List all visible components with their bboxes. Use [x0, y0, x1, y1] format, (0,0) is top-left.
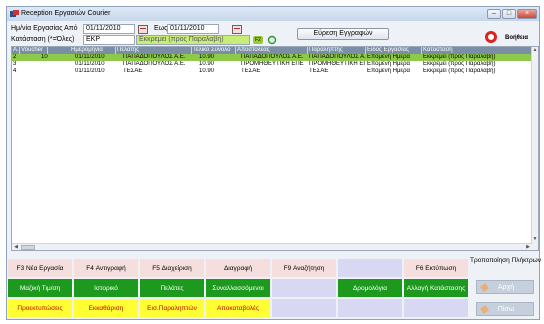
cell-voucher: 10 [41, 54, 48, 60]
cell-voucher [40, 68, 68, 75]
cell-status: Εκκρεμεί (προς Παραλαβή) [423, 68, 496, 74]
scroll-down-icon[interactable]: ▼ [532, 236, 538, 242]
cell-customer: ΤΕΣΑΕ [123, 68, 143, 74]
cell-total: 10.90 [199, 61, 215, 67]
jobs-grid[interactable]: Α.Κ. Voucher Ημερομηνία Πελάτης Τελικό Σ… [11, 46, 539, 251]
help-label: Βοήθεια [505, 35, 529, 41]
key-mode-label: Τροποποίηση Πλήκτρων [470, 257, 542, 264]
cell-date: 01/11/2010 [75, 54, 105, 60]
cell-date: 01/11/2010 [75, 61, 105, 67]
cod-button[interactable]: Αποκαταβολές [206, 299, 270, 317]
cell-ak: 2 [13, 54, 17, 60]
clearing-button[interactable]: Εκκαθάριση [74, 299, 138, 317]
col-header-total[interactable]: Τελικό Σύνολο [192, 47, 236, 54]
cell-job-type: Επόμενη Ημέρα [367, 68, 410, 74]
cell-recipient: ΠΡΟΜΗΘΕΥΤΙΚΗ ΕΠΕ [309, 61, 366, 67]
col-header-customer[interactable]: Πελάτης [116, 47, 192, 54]
col-header-recipient[interactable]: Παραλήπτης [308, 47, 366, 54]
cell-job-type: Επόμενη Ημέρα [367, 54, 410, 60]
cell-status: Εκκρεμεί (προς Παραλαβή) [423, 54, 496, 60]
cell-job-type: Επόμενη Ημέρα [367, 61, 410, 67]
empty-button[interactable] [404, 299, 468, 317]
date-from-label: Ημ/νία Εργασίας Από [11, 25, 78, 32]
history-button[interactable]: Ιστορικό [74, 279, 138, 297]
vertical-scrollbar[interactable]: ▲ ▼ [531, 47, 538, 250]
empty-button[interactable] [338, 299, 402, 317]
cell-sender: ΤΕΣΑΕ [241, 68, 261, 74]
minimize-button[interactable]: – [487, 9, 501, 19]
import-recipients-button[interactable]: Εισ.Παραληπτών [140, 299, 204, 317]
f5-manage-button[interactable]: F5 Διαχείριση [140, 259, 204, 277]
customers-button[interactable]: Πελάτες [140, 279, 204, 297]
scroll-left-icon[interactable]: ◀ [13, 244, 19, 250]
cell-status: Εκκρεμεί (προς Παραλαβή) [423, 61, 496, 67]
cell-ak: 4 [13, 68, 17, 74]
home-label: Αρχή [497, 284, 515, 291]
horizontal-scrollbar[interactable]: ◀ ▶ [12, 243, 532, 250]
window-title: Reception Εργασιών Courier [21, 10, 111, 17]
col-header-job-type[interactable]: Είδος Εργασίας [366, 47, 422, 54]
app-icon [10, 10, 19, 17]
cell-recipient: ΠΑΠΑΔΟΠΟΥΛΟΣ Α.Ε. [309, 54, 366, 60]
scroll-right-icon[interactable]: ▶ [525, 244, 531, 250]
help-button[interactable]: Βοήθεια [485, 31, 537, 45]
cell-customer: ΠΑΠΑΔΟΠΟΥΛΟΣ Α.Ε. [123, 61, 186, 67]
table-row[interactable]: 2 10 01/11/2010 ΠΑΠΑΔΟΠΟΥΛΟΣ Α.Ε. 10.90 … [12, 54, 532, 61]
date-to-label: Εως [154, 25, 168, 32]
empty-button[interactable] [272, 279, 336, 297]
f6-print-button[interactable]: F6 Εκτύπωση [404, 259, 468, 277]
empty-button[interactable] [272, 299, 336, 317]
back-button[interactable]: Πίσω [476, 302, 534, 316]
refresh-icon[interactable] [267, 35, 277, 45]
col-header-sender[interactable]: Αποστολέας [236, 47, 308, 54]
bulk-pricing-button[interactable]: Μαζική Τιμ/ση [8, 279, 72, 297]
scroll-up-icon[interactable]: ▲ [532, 47, 538, 53]
date-from-calendar-icon[interactable] [138, 25, 148, 34]
grid-header: Α.Κ. Voucher Ημερομηνία Πελάτης Τελικό Σ… [12, 47, 532, 54]
date-to-calendar-icon[interactable] [232, 25, 242, 34]
back-label: Πίσω [497, 306, 515, 313]
close-button[interactable]: × [517, 9, 537, 19]
status-code-input[interactable]: ΕΚΡ [83, 35, 135, 45]
table-row[interactable]: 4 01/11/2010 ΤΕΣΑΕ 10.90 ΤΕΣΑΕ ΤΕΣΑΕ Επό… [12, 68, 532, 75]
col-header-ak[interactable]: Α.Κ. [12, 47, 20, 54]
window-controls: – □ × [486, 9, 537, 19]
home-button[interactable]: Αρχή [476, 280, 534, 294]
cell-date: 01/11/2010 [75, 68, 105, 74]
preprints-button[interactable]: Προεκτυπώσεις [8, 299, 72, 317]
cell-total: 10.90 [199, 68, 215, 74]
delete-button[interactable]: Διαγραφή [206, 259, 270, 277]
status-description: Εκκρεμεί (προς Παραλαβή) [136, 35, 250, 45]
date-to-input[interactable]: 01/11/2010 [167, 24, 219, 34]
date-from-input[interactable]: 01/11/2010 [83, 24, 135, 34]
table-row[interactable]: 3 01/11/2010 ΠΑΠΑΔΟΠΟΥΛΟΣ Α.Ε. 10.90 ΠΡΟ… [12, 61, 532, 68]
lifebuoy-icon [485, 31, 497, 43]
status-label: Κατάσταση (*=Όλες) [11, 36, 75, 43]
f9-search-button[interactable]: F9 Αναζήτηση [272, 259, 336, 277]
routes-button[interactable]: Δρομολόγια [338, 279, 402, 297]
empty-button[interactable] [338, 259, 402, 277]
change-status-button[interactable]: Αλλαγή Κατάστασης [404, 279, 468, 297]
cell-sender: ΠΡΟΜΗΘΕΥΤΙΚΗ ΕΠΕ [241, 61, 304, 67]
col-header-status[interactable]: Κατάσταση [422, 47, 532, 54]
f4-copy-button[interactable]: F4 Αντιγραφή [74, 259, 138, 277]
col-header-voucher[interactable]: Voucher [20, 47, 48, 54]
counterparties-button[interactable]: Συναλλασσόμενοι [206, 279, 270, 297]
cell-voucher [40, 61, 68, 68]
cell-customer: ΠΑΠΑΔΟΠΟΥΛΟΣ Α.Ε. [123, 54, 186, 60]
cell-total: 10.90 [199, 54, 215, 60]
scroll-thumb[interactable] [21, 245, 35, 250]
f2-lookup-button[interactable]: F2 [253, 36, 263, 44]
cell-sender: ΠΑΠΑΔΟΠΟΥΛΟΣ Α.Ε. [241, 54, 304, 60]
f3-new-job-button[interactable]: F3 Νέα Εργασία [8, 259, 72, 277]
title-bar: Reception Εργασιών Courier – □ × [7, 7, 539, 21]
find-records-button[interactable]: Εύρεση Εγγραφών [297, 28, 389, 40]
maximize-button[interactable]: □ [502, 9, 516, 19]
cell-ak: 3 [13, 61, 17, 67]
col-header-date[interactable]: Ημερομηνία [70, 47, 116, 54]
cell-recipient: ΤΕΣΑΕ [309, 68, 329, 74]
